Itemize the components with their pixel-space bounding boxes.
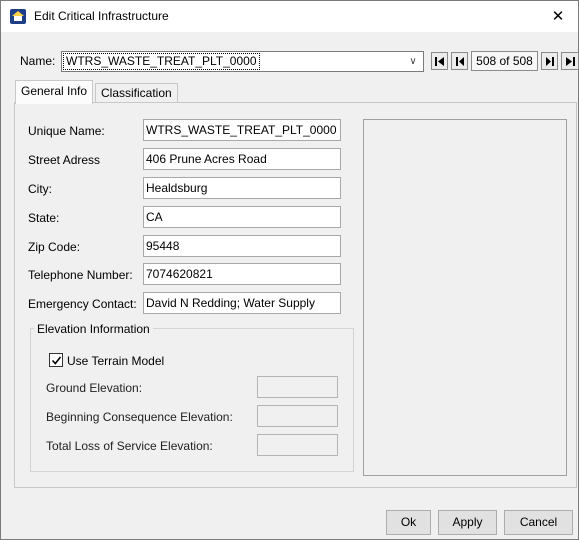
next-record-button[interactable] bbox=[541, 52, 558, 70]
first-record-button[interactable] bbox=[431, 52, 448, 70]
skip-first-icon bbox=[435, 57, 444, 66]
use-terrain-model-label[interactable]: Use Terrain Model bbox=[67, 354, 164, 368]
close-icon[interactable]: ✕ bbox=[538, 1, 578, 32]
ok-button[interactable]: Ok bbox=[386, 510, 431, 535]
last-record-button[interactable] bbox=[561, 52, 579, 70]
window-title: Edit Critical Infrastructure bbox=[34, 9, 169, 23]
tab-classification[interactable]: Classification bbox=[95, 83, 178, 103]
zip-code-label: Zip Code: bbox=[28, 240, 81, 254]
title-bar: Edit Critical Infrastructure ✕ bbox=[1, 1, 578, 32]
checkmark-icon bbox=[51, 356, 62, 365]
telephone-number-label: Telephone Number: bbox=[28, 268, 133, 282]
emergency-contact-label: Emergency Contact: bbox=[28, 297, 137, 311]
name-label: Name: bbox=[20, 54, 56, 68]
ground-elevation-label: Ground Elevation: bbox=[46, 381, 143, 395]
name-dropdown[interactable]: WTRS_WASTE_TREAT_PLT_0000 ∨ bbox=[61, 51, 424, 72]
unique-name-label: Unique Name: bbox=[28, 124, 105, 138]
skip-last-icon bbox=[566, 57, 575, 66]
state-label: State: bbox=[28, 211, 60, 225]
unique-name-field[interactable]: WTRS_WASTE_TREAT_PLT_0000 bbox=[143, 119, 341, 141]
beginning-consequence-elevation-field bbox=[257, 405, 338, 427]
previous-record-button[interactable] bbox=[451, 52, 468, 70]
edit-critical-infrastructure-dialog: Edit Critical Infrastructure ✕ Name: WTR… bbox=[0, 0, 579, 540]
step-back-icon bbox=[456, 57, 464, 66]
elevation-information-legend: Elevation Information bbox=[34, 322, 153, 336]
telephone-number-field[interactable]: 7074620821 bbox=[143, 263, 341, 285]
apply-button[interactable]: Apply bbox=[438, 510, 497, 535]
name-dropdown-value: WTRS_WASTE_TREAT_PLT_0000 bbox=[63, 53, 260, 70]
total-loss-of-service-elevation-label: Total Loss of Service Elevation: bbox=[46, 439, 213, 453]
total-loss-of-service-elevation-field bbox=[257, 434, 338, 456]
app-house-icon bbox=[10, 9, 26, 24]
street-address-label: Street Adress bbox=[28, 153, 101, 167]
beginning-consequence-elevation-label: Beginning Consequence Elevation: bbox=[46, 410, 233, 424]
zip-code-field[interactable]: 95448 bbox=[143, 235, 341, 257]
tab-general-info[interactable]: General Info bbox=[15, 80, 94, 104]
city-label: City: bbox=[28, 182, 52, 196]
state-field[interactable]: CA bbox=[143, 206, 341, 228]
chevron-down-icon[interactable]: ∨ bbox=[406, 54, 420, 69]
record-counter: 508 of 508 bbox=[471, 51, 538, 71]
cancel-button[interactable]: Cancel bbox=[504, 510, 573, 535]
step-forward-icon bbox=[546, 57, 554, 66]
street-address-field[interactable]: 406 Prune Acres Road bbox=[143, 148, 341, 170]
emergency-contact-field[interactable]: David N Redding; Water Supply bbox=[143, 292, 341, 314]
image-preview-panel bbox=[363, 119, 567, 476]
ground-elevation-field bbox=[257, 376, 338, 398]
city-field[interactable]: Healdsburg bbox=[143, 177, 341, 199]
use-terrain-model-checkbox[interactable] bbox=[49, 353, 63, 367]
